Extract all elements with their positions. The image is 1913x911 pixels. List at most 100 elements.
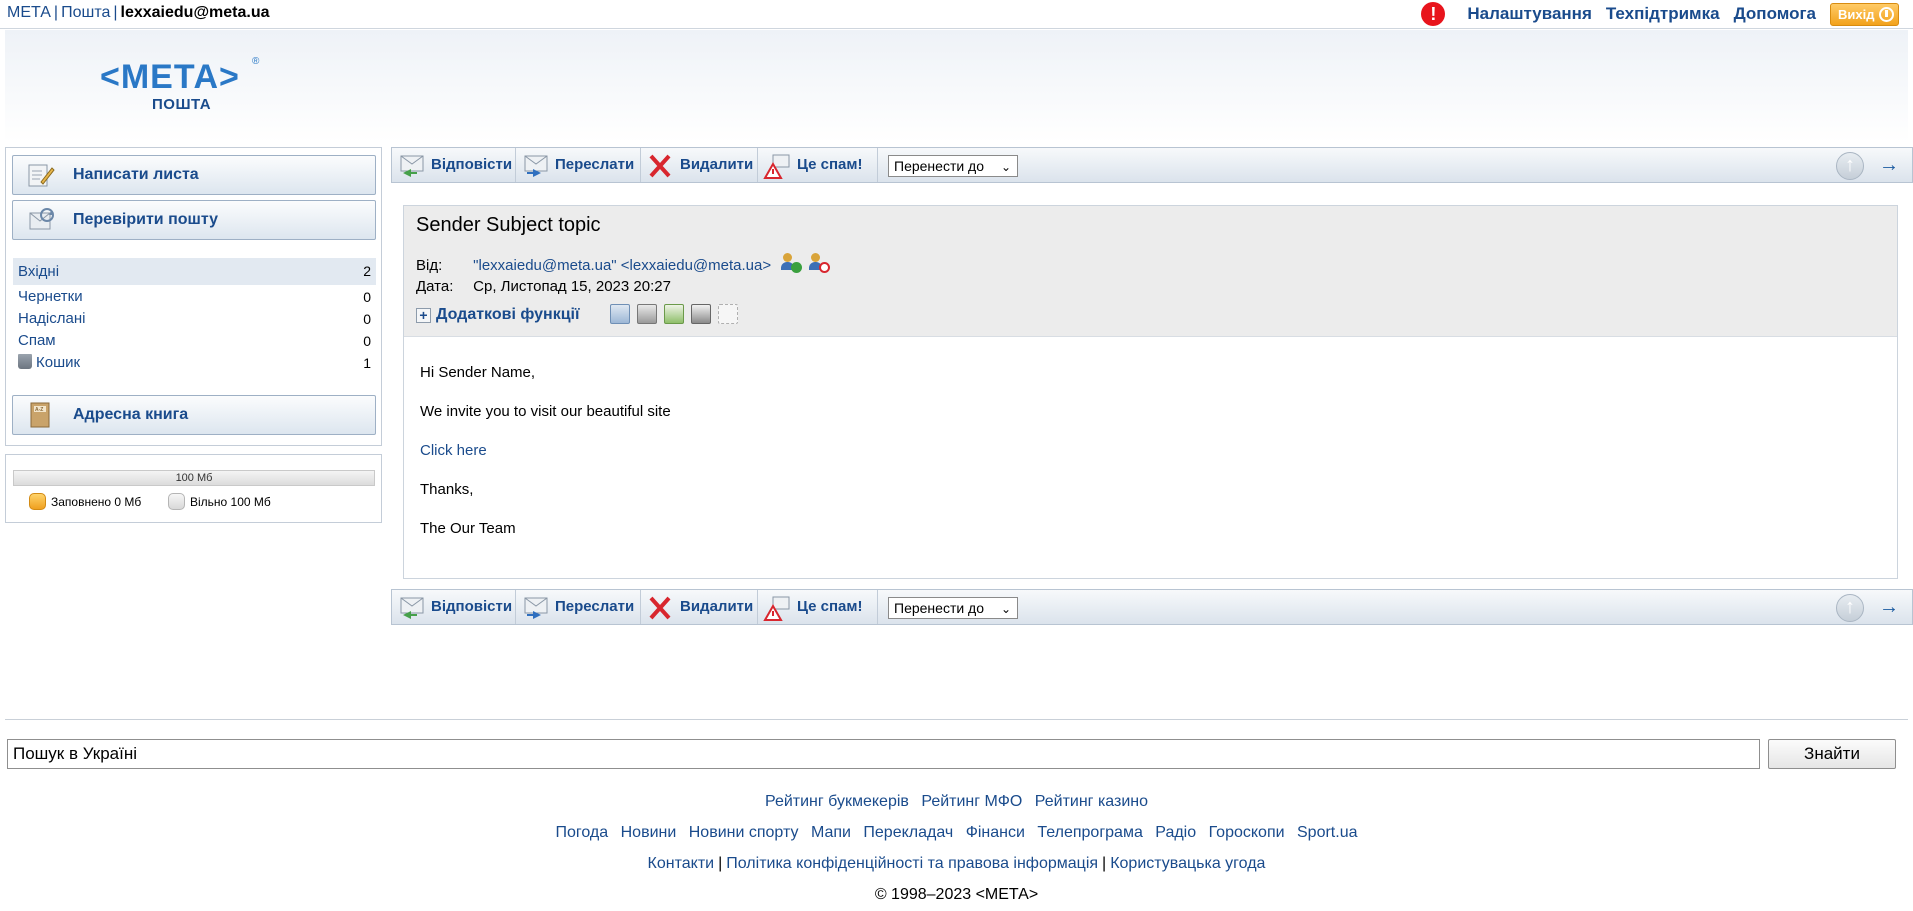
folder-spam[interactable]: Спам 0	[13, 330, 376, 352]
delete-button-bottom[interactable]: Видалити	[641, 590, 758, 624]
from-address[interactable]: "lexxaiedu@meta.ua" <lexxaiedu@meta.ua>	[473, 257, 771, 274]
exit-button[interactable]: Вихід	[1830, 2, 1899, 26]
reply-icon	[400, 155, 424, 177]
top-toolbar: Відповісти Переслати Видалити Це спам! П…	[391, 147, 1913, 183]
footer-row-ratings: Рейтинг букмекерів Рейтинг МФО Рейтинг к…	[0, 793, 1913, 811]
footer-link[interactable]: Фінанси	[966, 824, 1025, 841]
footer-link[interactable]: Радіо	[1155, 824, 1196, 841]
footer-link[interactable]: Новини спорту	[689, 824, 799, 841]
chevron-down-icon: ⌄	[1000, 160, 1011, 174]
extra-functions-toggle[interactable]: + Додаткові функції	[416, 306, 579, 324]
settings-link[interactable]: Налаштування	[1467, 4, 1592, 24]
search-input[interactable]: Пошук в Україні	[7, 739, 1760, 769]
folder-inbox[interactable]: Вхідні 2	[13, 258, 376, 285]
save-icon[interactable]	[637, 304, 657, 324]
free-swatch-icon	[168, 493, 185, 510]
reply-button[interactable]: Відповісти	[392, 148, 516, 182]
scroll-up-button[interactable]: ↑	[1836, 152, 1864, 180]
block-contact-icon[interactable]	[809, 253, 831, 273]
next-message-arrow-icon[interactable]: →	[1879, 596, 1899, 619]
print-icon[interactable]	[691, 304, 711, 324]
message-subject: Sender Subject topic	[416, 214, 601, 236]
folder-drafts[interactable]: Чернетки 0	[13, 286, 376, 308]
add-contact-icon[interactable]	[781, 253, 803, 273]
footer-link[interactable]: Рейтинг букмекерів	[765, 793, 909, 810]
divider	[5, 719, 1908, 720]
top-breadcrumb: МЕТА | Пошта | lexxaiedu@meta.ua	[7, 4, 270, 21]
support-link[interactable]: Техпідтримка	[1606, 4, 1720, 24]
copy-icon[interactable]	[610, 304, 630, 324]
footer-link[interactable]: Контакти	[648, 855, 715, 872]
bottom-toolbar: Відповісти Переслати Видалити Це спам! П…	[391, 589, 1913, 625]
message-panel: Sender Subject topic Від: "lexxaiedu@met…	[403, 205, 1898, 579]
footer-link[interactable]: Перекладач	[863, 824, 953, 841]
move-to-select-bottom[interactable]: Перенести до ⌄	[888, 597, 1018, 619]
search-button[interactable]: Знайти	[1768, 739, 1896, 769]
top-links: ! Налаштування Техпідтримка Допомога Вих…	[1421, 2, 1899, 26]
footer-row-services: Погода Новини Новини спорту Мапи Перекла…	[0, 824, 1913, 842]
meta-logo[interactable]: <МЕТА> ® ПОШТА	[100, 56, 270, 118]
footer-link[interactable]: Рейтинг МФО	[921, 793, 1022, 810]
footer-link[interactable]: Телепрограма	[1037, 824, 1142, 841]
forward-button-bottom[interactable]: Переслати	[516, 590, 641, 624]
forward-icon	[524, 597, 548, 619]
quota-used: Заповнено 0 Мб	[29, 493, 141, 510]
used-swatch-icon	[29, 493, 46, 510]
footer-row-legal: Контакти | Політика конфіденційності та пр…	[647, 855, 1266, 872]
footer-link[interactable]: Рейтинг казино	[1035, 793, 1148, 810]
message-view: Відповісти Переслати Видалити Це спам! П…	[391, 147, 1913, 627]
spam-warning-icon	[763, 154, 790, 179]
trash-icon	[18, 354, 32, 369]
delete-icon	[649, 154, 671, 178]
spam-button-bottom[interactable]: Це спам!	[758, 590, 878, 624]
user-email: lexxaiedu@meta.ua	[120, 4, 270, 21]
spam-button[interactable]: Це спам!	[758, 148, 878, 182]
message-body: Hi Sender Name, We invite you to visit o…	[420, 364, 671, 537]
footer-link[interactable]: Мапи	[811, 824, 851, 841]
click-here-link[interactable]: Click here	[420, 442, 487, 459]
footer-link[interactable]: Новини	[621, 824, 677, 841]
mail-link[interactable]: Пошта	[61, 4, 110, 21]
date-value: Ср, Листопад 15, 2023 20:27	[473, 278, 671, 295]
folder-list: Вхідні 2 Чернетки 0 Надіслані 0 Спам 0 Кошик…	[13, 258, 376, 374]
next-message-arrow-icon[interactable]: →	[1879, 154, 1899, 177]
compose-button[interactable]: Написати листа	[12, 155, 376, 195]
sidebar: Написати листа Перевірити пошту Вхідні 2 …	[5, 147, 382, 446]
date-row: Дата: Ср, Листопад 15, 2023 20:27	[416, 278, 671, 295]
compose-icon	[28, 164, 55, 187]
forward-button[interactable]: Переслати	[516, 148, 641, 182]
alert-icon[interactable]: !	[1421, 2, 1446, 26]
footer-link[interactable]: Sport.ua	[1297, 824, 1357, 841]
quota-bar: 100 Мб	[13, 470, 375, 486]
quota-free: Вільно 100 Мб	[168, 493, 271, 510]
forward-icon	[524, 155, 548, 177]
quota-panel: 100 Мб Заповнено 0 Мб Вільно 100 Мб	[5, 454, 382, 523]
chevron-down-icon: ⌄	[1000, 602, 1011, 616]
delete-button[interactable]: Видалити	[641, 148, 758, 182]
address-book-icon: A-Z	[30, 402, 50, 428]
svg-text:A-Z: A-Z	[35, 407, 43, 413]
check-mail-button[interactable]: Перевірити пошту	[12, 200, 376, 240]
top-bar: МЕТА | Пошта | lexxaiedu@meta.ua ! Налаштува…	[0, 0, 1913, 29]
footer-link[interactable]: Користувацька угода	[1110, 855, 1265, 872]
message-header: Sender Subject topic Від: "lexxaiedu@met…	[404, 206, 1897, 337]
export-icon[interactable]	[664, 304, 684, 324]
plus-icon: +	[416, 308, 431, 323]
help-link[interactable]: Допомога	[1734, 4, 1816, 24]
power-icon	[1879, 6, 1894, 22]
footer-link[interactable]: Гороскопи	[1209, 824, 1285, 841]
copyright: © 1998–2023 <МЕТА>	[874, 886, 1039, 903]
header: <МЕТА> ® ПОШТА	[5, 30, 1908, 142]
footer-link[interactable]: Погода	[556, 824, 609, 841]
footer-link[interactable]: Політика конфіденційності та правова інф…	[726, 855, 1098, 872]
reply-button-bottom[interactable]: Відповісти	[392, 590, 516, 624]
folder-trash[interactable]: Кошик 1	[13, 352, 376, 374]
brand-link[interactable]: МЕТА	[7, 4, 51, 21]
rfc-source-icon[interactable]	[718, 304, 738, 324]
folder-sent[interactable]: Надіслані 0	[13, 308, 376, 330]
address-book-button[interactable]: A-Z Адресна книга	[12, 395, 376, 435]
from-row: Від: "lexxaiedu@meta.ua" <lexxaiedu@meta…	[416, 253, 831, 274]
move-to-select[interactable]: Перенести до ⌄	[888, 155, 1018, 177]
extra-icons	[610, 304, 745, 324]
scroll-up-button-bottom[interactable]: ↑	[1836, 594, 1864, 622]
